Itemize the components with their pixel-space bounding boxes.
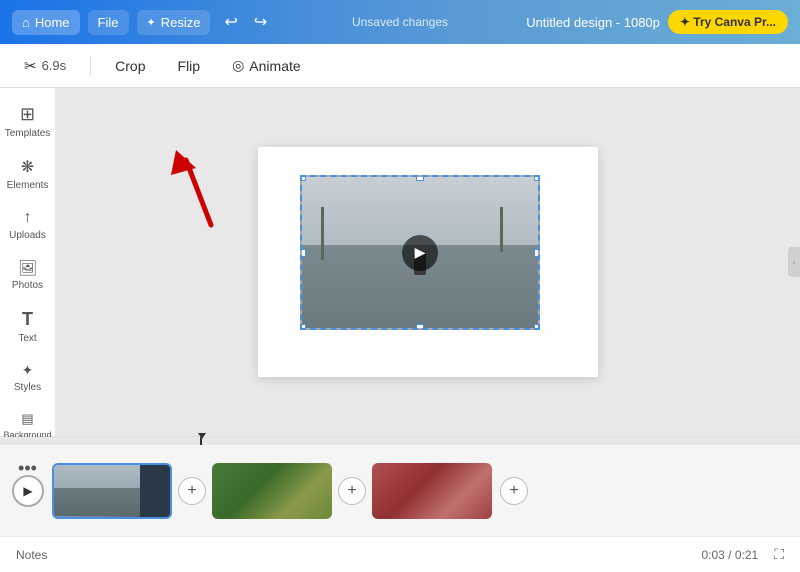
clip-strip: + + (52, 463, 492, 519)
tree-right (500, 207, 503, 252)
notes-bar: Notes 0:03 / 0:21 ⛶ (0, 536, 800, 572)
toolbar: ✂ 6.9s Crop Flip ◎ Animate (0, 44, 800, 88)
uploads-icon: ↑ (24, 209, 32, 227)
video-clip[interactable]: ▶ ↻ ↻ (300, 175, 540, 330)
flip-button[interactable]: Flip (170, 53, 209, 79)
sidebar-text-label: Text (18, 333, 36, 344)
resize-label: Resize (161, 15, 201, 30)
tree-left (321, 207, 324, 260)
crop-button[interactable]: Crop (107, 53, 153, 79)
sidebar-photos-label: Photos (12, 280, 43, 291)
handle-bottom-right[interactable] (534, 324, 540, 330)
home-icon: ⌂ (22, 15, 30, 30)
sidebar-item-elements[interactable]: ❋ Elements (3, 149, 53, 199)
file-button[interactable]: File (88, 10, 129, 35)
add-clip-between-2-3[interactable]: + (338, 477, 366, 505)
undo-button[interactable]: ↩ (218, 8, 243, 36)
collapse-handle[interactable]: ‹ (788, 247, 800, 277)
resize-button[interactable]: ✦ Resize (137, 10, 211, 35)
try-canva-button[interactable]: ✦ Try Canva Pr... (668, 10, 788, 34)
canvas-area: ▶ ↻ ↻ ‹ (56, 88, 800, 436)
undo-redo-group: ↩ ↪ (218, 8, 273, 36)
duration-label: 6.9s (42, 58, 67, 73)
sidebar-styles-label: Styles (14, 382, 41, 393)
main-layout: ⊞ Templates ❋ Elements ↑ Uploads 🖼 Photo… (0, 88, 800, 436)
handle-bottom-left[interactable] (300, 324, 306, 330)
scrubber-marker (200, 437, 202, 445)
timeline-area: ▶ + + + (0, 436, 800, 536)
sidebar-item-photos[interactable]: 🖼 Photos (3, 251, 53, 299)
try-canva-label: ✦ Try Canva Pr... (680, 15, 776, 29)
sidebar-uploads-label: Uploads (9, 230, 46, 241)
handle-bottom-mid[interactable] (416, 324, 424, 330)
styles-icon: ✦ (22, 362, 34, 379)
sidebar-elements-label: Elements (7, 180, 49, 191)
add-clip-end-button[interactable]: + (500, 477, 528, 505)
sidebar-templates-label: Templates (5, 128, 51, 139)
add-clip-between-1-2[interactable]: + (178, 477, 206, 505)
animate-button[interactable]: ◎ Animate (224, 52, 309, 79)
clip-dark-section (140, 465, 170, 517)
scissors-icon: ✂ 6.9s (16, 52, 74, 80)
unsaved-label: Unsaved changes (352, 15, 448, 29)
templates-icon: ⊞ (20, 104, 35, 125)
timeline-scrubber[interactable] (0, 437, 800, 445)
handle-mid-left[interactable] (300, 249, 306, 257)
background-icon: ▤ (21, 411, 33, 427)
handle-top-left[interactable] (300, 175, 306, 181)
canvas-page: ▶ ↻ ↻ (258, 147, 598, 377)
toolbar-divider-1 (90, 56, 91, 76)
redo-button[interactable]: ↪ (248, 8, 273, 36)
design-title: Untitled design - 1080p (526, 15, 660, 30)
notes-label[interactable]: Notes (16, 548, 47, 562)
clip-2[interactable] (212, 463, 332, 519)
play-button[interactable]: ▶ (12, 475, 44, 507)
timeline-content: ▶ + + + (0, 445, 800, 536)
top-nav: ⌂ Home File ✦ Resize ↩ ↪ Unsaved changes… (0, 0, 800, 44)
handle-mid-right[interactable] (534, 249, 540, 257)
sidebar: ⊞ Templates ❋ Elements ↑ Uploads 🖼 Photo… (0, 88, 56, 436)
animate-icon: ◎ (232, 57, 244, 74)
animate-label: Animate (249, 58, 300, 74)
crop-label: Crop (115, 58, 145, 74)
sidebar-item-text[interactable]: T Text (3, 301, 53, 352)
playback-time: 0:03 / 0:21 (701, 548, 758, 562)
sidebar-item-uploads[interactable]: ↑ Uploads (3, 201, 53, 249)
clip-3[interactable] (372, 463, 492, 519)
resize-icon: ✦ (147, 16, 156, 29)
video-play-overlay[interactable]: ▶ (402, 235, 438, 271)
flip-label: Flip (178, 58, 201, 74)
clip-main[interactable] (52, 463, 172, 519)
handle-top-mid[interactable] (416, 175, 424, 181)
sidebar-item-templates[interactable]: ⊞ Templates (3, 96, 53, 147)
handle-top-right[interactable] (534, 175, 540, 181)
home-button[interactable]: ⌂ Home (12, 10, 80, 35)
file-label: File (98, 15, 119, 30)
arrow-annotation (156, 140, 236, 235)
fullscreen-icon[interactable]: ⛶ (774, 546, 784, 563)
sidebar-item-styles[interactable]: ✦ Styles (3, 354, 53, 401)
photos-icon: 🖼 (18, 259, 37, 277)
elements-icon: ❋ (21, 157, 34, 177)
home-label: Home (35, 15, 70, 30)
text-icon: T (22, 309, 33, 330)
